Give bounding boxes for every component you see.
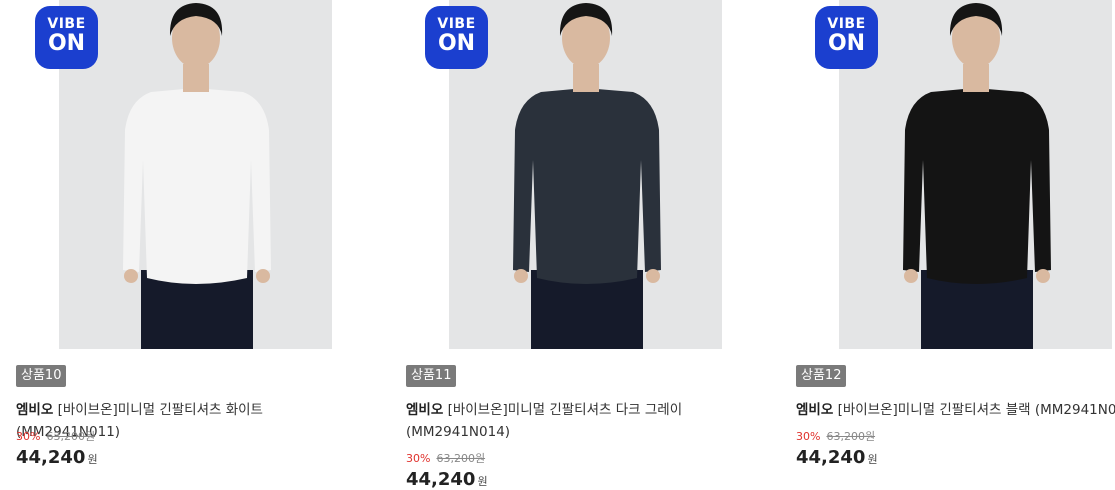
vibe-on-badge-icon: VIBE ON [815,6,878,69]
original-price: 63,200원 [46,430,96,443]
product-photo[interactable] [839,0,1112,349]
sale-price: 44,240 [796,447,866,468]
product-thumbnail[interactable]: VIBE ON [406,0,722,349]
product-thumbnail[interactable]: VIBE ON [16,0,332,349]
badge-text: VIBE [47,16,86,32]
vibe-on-badge-icon: VIBE ON [35,6,98,69]
product-thumbnail[interactable]: VIBE ON [796,0,1112,349]
neck [963,64,989,92]
hand [514,269,528,283]
hand [256,269,270,283]
product-title: [바이브온]미니멀 긴팔티셔츠 다크 그레이 (MM2941N014) [406,402,683,440]
badge-text: ON [437,31,476,56]
product-brand: 엠비오 [796,402,834,418]
product-brand: 엠비오 [406,402,444,418]
product-title: [바이브온]미니멀 긴팔티셔츠 블랙 (MM2941N015) [837,402,1115,418]
product-grid: VIBE ON 상품10 엠비오 [바이브온]미니멀 긴팔티셔츠 화이트 (MM… [0,0,1115,490]
currency-unit: 원 [477,475,488,488]
discount-rate: 30% [406,452,431,465]
badge-text: ON [47,31,86,56]
badge-text: ON [827,31,866,56]
hand [124,269,138,283]
sale-price: 44,240 [16,447,86,468]
neck [183,64,209,92]
hand [904,269,918,283]
product-tag: 상품11 [406,365,457,387]
currency-unit: 원 [87,453,98,466]
product-photo[interactable] [449,0,722,349]
hand [1036,269,1050,283]
badge-text: VIBE [827,16,866,32]
neck [573,64,599,92]
product-pricing: 30% 63,200원 44,240 원 [796,425,1115,468]
model-image [449,0,722,349]
sale-price: 44,240 [406,469,476,490]
currency-unit: 원 [867,453,878,466]
product-name[interactable]: 엠비오 [바이브온]미니멀 긴팔티셔츠 블랙 (MM2941N015) [796,399,1115,421]
product-brand: 엠비오 [16,402,54,418]
product-name[interactable]: 엠비오 [바이브온]미니멀 긴팔티셔츠 다크 그레이 (MM2941N014) [406,399,722,443]
product-card[interactable]: VIBE ON 상품12 엠비오 [바이브온]미니멀 긴팔티셔츠 블랙 (MM2… [796,0,1115,484]
product-tag: 상품10 [16,365,67,387]
hand [646,269,660,283]
original-price: 63,200원 [436,452,486,465]
product-card[interactable]: VIBE ON 상품10 엠비오 [바이브온]미니멀 긴팔티셔츠 화이트 (MM… [16,0,356,484]
model-image [59,0,332,349]
badge-text: VIBE [437,16,476,32]
original-price: 63,200원 [826,430,876,443]
product-photo[interactable] [59,0,332,349]
discount-rate: 30% [16,430,41,443]
product-tag: 상품12 [796,365,847,387]
discount-rate: 30% [796,430,821,443]
model-image [839,0,1112,349]
product-pricing: 30% 63,200원 44,240 원 [16,425,336,468]
vibe-on-badge-icon: VIBE ON [425,6,488,69]
product-card[interactable]: VIBE ON 상품11 엠비오 [바이브온]미니멀 긴팔티셔츠 다크 그레이 … [406,0,746,490]
